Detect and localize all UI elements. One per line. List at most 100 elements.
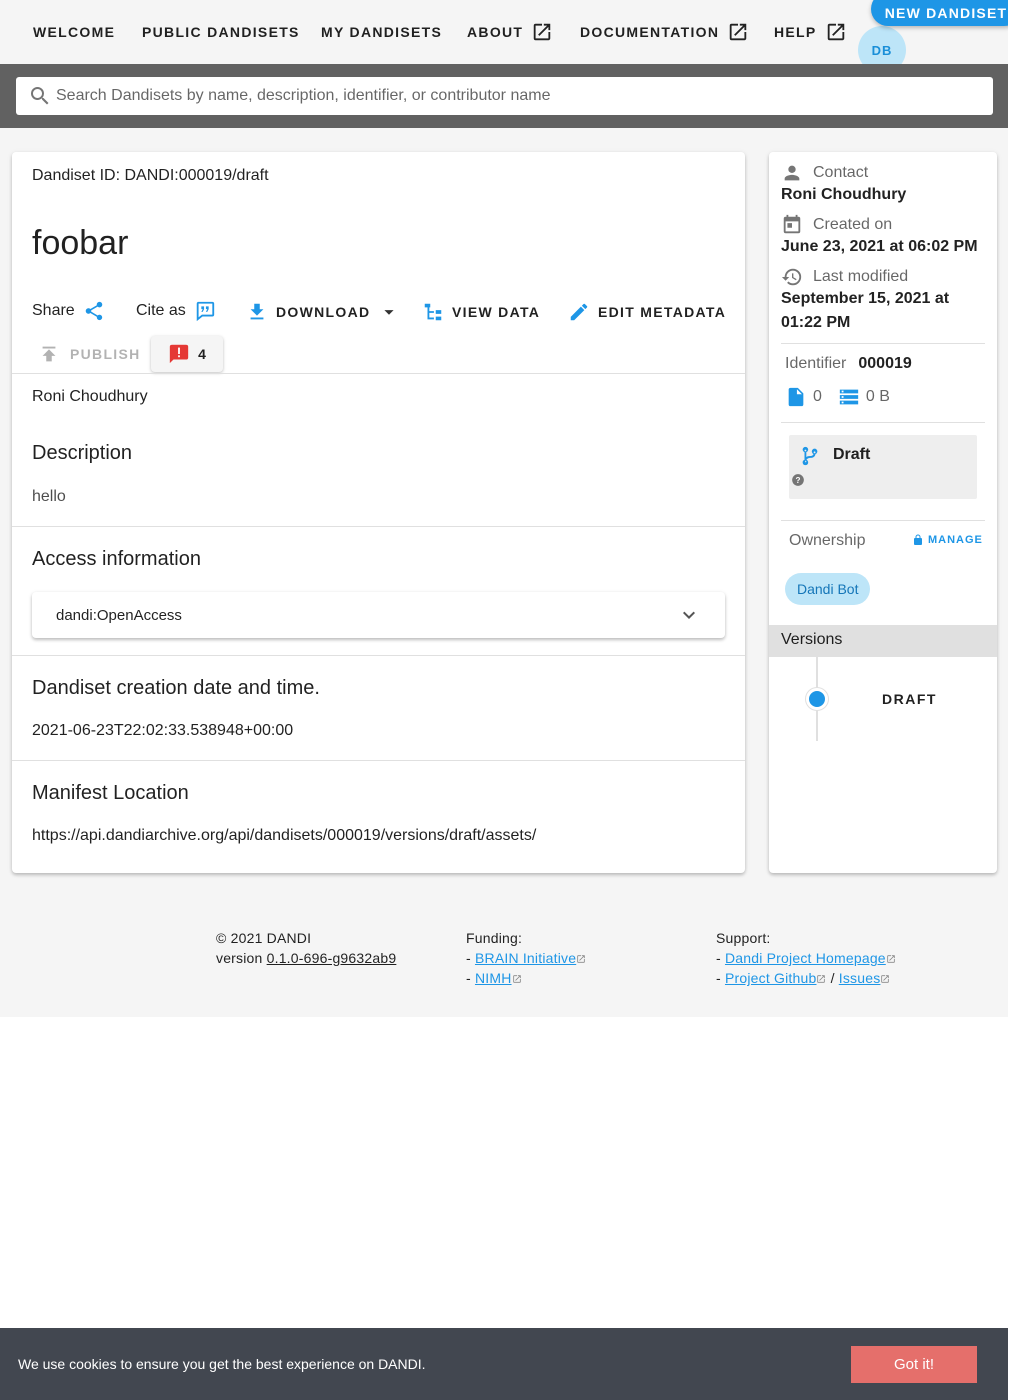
manage-owners-button[interactable]: MANAGE [912,534,983,546]
share-icon [85,301,102,321]
cookie-banner: We use cookies to ensure you get the bes… [0,1328,1008,1400]
download-button[interactable]: DOWNLOAD [246,301,400,323]
blank-area [0,1017,1008,1328]
creation-date-value: 2021-06-23T22:02:33.538948+00:00 [32,722,294,739]
edit-metadata-button[interactable]: EDIT METADATA [568,301,726,323]
nav-about[interactable]: ABOUT [467,20,553,44]
funding-label: Funding: [466,930,523,946]
version-prefix: version [216,950,263,966]
dandiset-id: Dandiset ID: DANDI:000019/draft [32,167,269,184]
nav-welcome-label: WELCOME [33,24,116,40]
divider [12,655,745,656]
nav-welcome[interactable]: WELCOME [33,20,115,44]
source-branch-icon [802,446,818,466]
view-data-button[interactable]: VIEW DATA [422,301,540,323]
footer-funding: Funding: - BRAIN Initiative - NIMH [466,928,586,988]
new-dandiset-label: NEW DANDISET [884,5,1008,21]
storage-icon [839,389,859,405]
history-icon [781,268,802,286]
share-label: Share [32,302,75,319]
person-icon [784,165,800,181]
manifest-heading: Manifest Location [32,782,189,804]
divider [781,520,985,521]
top-nav: WELCOME PUBLIC DANDISETS MY DANDISETS AB… [0,0,1008,74]
modified-label: Last modified [781,266,908,288]
nav-my-dandisets[interactable]: MY DANDISETS [321,20,442,44]
publish-label: PUBLISH [70,346,141,362]
manage-label: MANAGE [928,534,983,546]
nav-documentation[interactable]: DOCUMENTATION [580,20,749,44]
list-dash: - [716,970,721,986]
divider [12,373,745,374]
search-input[interactable] [56,77,993,115]
identifier-value: 000019 [858,355,912,372]
timeline-dot [806,688,828,710]
divider [781,343,985,344]
quote-icon [196,301,214,322]
page: WELCOME PUBLIC DANDISETS MY DANDISETS AB… [0,0,1021,1400]
search-band [0,64,1008,128]
divider [12,760,745,761]
share-button[interactable]: Share [32,300,105,322]
version-state-box: Draft ? [789,435,977,499]
cookie-accept-button[interactable]: Got it! [851,1346,977,1383]
link-separator: / [830,970,835,986]
edit-metadata-label: EDIT METADATA [598,304,727,320]
nav-public-dandisets-label: PUBLIC DANDISETS [142,24,300,40]
created-value: June 23, 2021 at 06:02 PM [781,238,978,255]
creation-date-heading: Dandiset creation date and time. [32,677,320,699]
footer-support: Support: - Dandi Project Homepage - Proj… [716,928,896,988]
publish-button[interactable]: PUBLISH [38,343,141,365]
description-text: hello [32,488,66,505]
created-label: Created on [781,214,892,236]
identifier-label: Identifier [785,355,847,372]
description-heading: Description [32,442,133,464]
external-link-icon [827,23,844,41]
nav-help[interactable]: HELP [774,20,847,44]
access-heading: Access information [32,548,201,570]
avatar-initials: DB [871,42,893,58]
list-dash: - [466,950,471,966]
dandiset-side-card: Contact Roni Choudhury Created on June 2… [769,152,997,873]
publish-icon [42,346,56,362]
external-link-icon [730,23,747,41]
help-circle-icon[interactable]: ? [791,473,805,487]
new-dandiset-button[interactable]: NEW DANDISET [871,0,1021,26]
versions-heading: Versions [769,625,997,657]
external-link-icon [817,975,826,983]
identifier-row: Identifier 000019 [785,355,912,373]
nav-my-dandisets-label: MY DANDISETS [321,24,443,40]
support-label: Support: [716,930,771,946]
search-box [16,77,993,115]
owner-name: Dandi Bot [797,581,859,597]
cite-as-label: Cite as [136,302,186,319]
brain-initiative-link[interactable]: BRAIN Initiative [475,950,576,966]
issues-link[interactable]: Issues [839,970,881,986]
footer: © 2021 DANDI version 0.1.0-696-g9632ab9 … [0,893,1008,1017]
divider [781,422,985,423]
alert-icon [169,344,189,364]
pencil-icon [570,303,588,321]
cookie-text: We use cookies to ensure you get the bes… [18,1356,426,1372]
owner-chip: Dandi Bot [785,573,871,605]
nimh-link[interactable]: NIMH [475,970,512,986]
validation-errors-button[interactable]: 4 [151,336,223,372]
dandiset-title: foobar [32,224,129,262]
lock-icon [914,534,922,545]
list-dash: - [716,950,721,966]
access-expansion-panel[interactable]: dandi:OpenAccess [32,592,725,638]
version-draft-button[interactable]: DRAFT [882,691,937,707]
dandi-homepage-link[interactable]: Dandi Project Homepage [725,950,886,966]
modified-value: September 15, 2021 at 01:22 PM [781,290,950,331]
modified-label-text: Last modified [813,268,909,285]
version-state: Draft [833,446,871,463]
search-icon [31,87,49,105]
cite-as-button[interactable]: Cite as [136,300,216,322]
error-count: 4 [198,346,206,362]
contact-label: Contact [781,162,868,184]
version-link[interactable]: 0.1.0-696-g9632ab9 [267,950,397,966]
project-github-link[interactable]: Project Github [725,970,817,986]
page-scrollbar[interactable] [1008,0,1024,1400]
nav-public-dandisets[interactable]: PUBLIC DANDISETS [142,20,300,44]
nav-help-label: HELP [774,24,817,40]
